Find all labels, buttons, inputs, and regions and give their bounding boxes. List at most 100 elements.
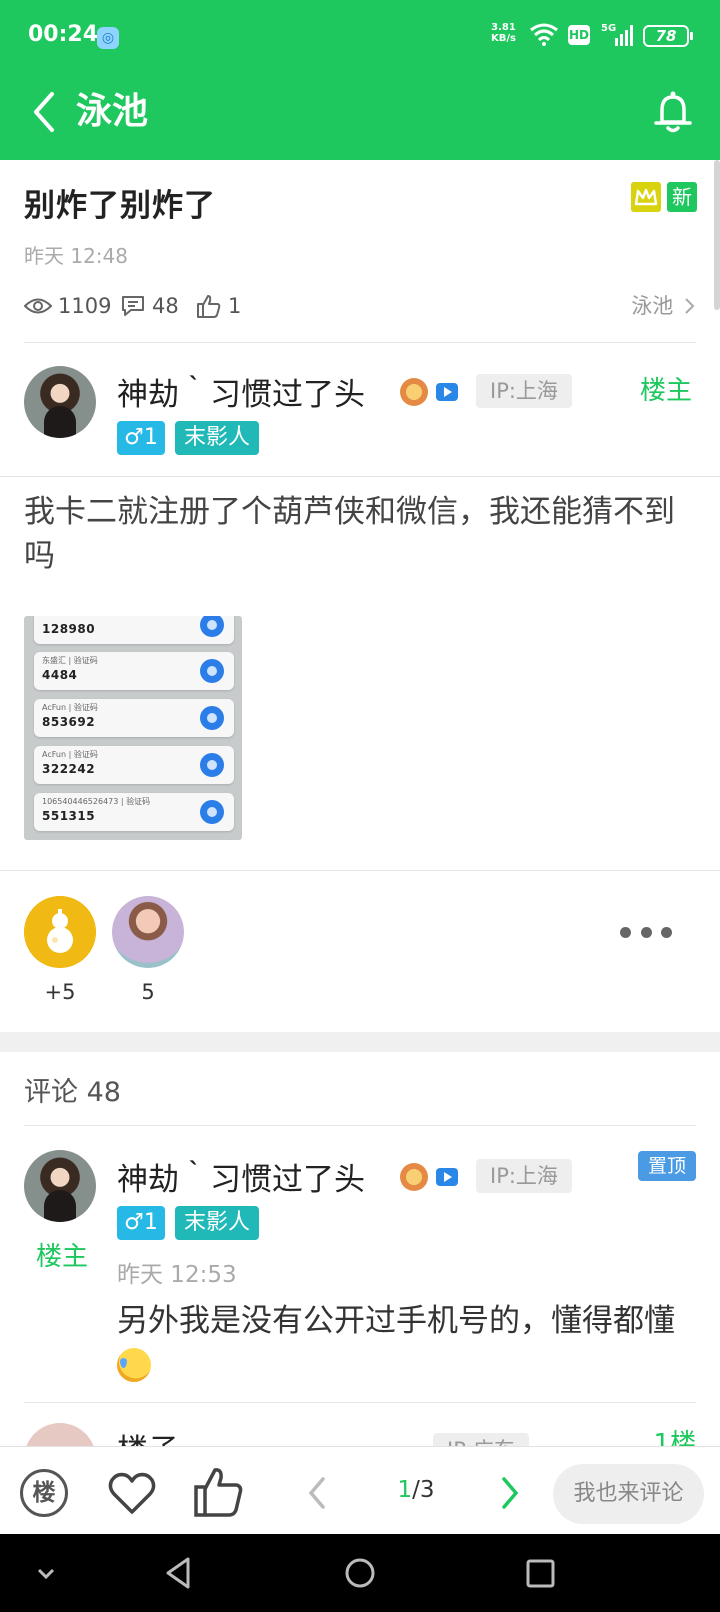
owner-label: 楼主 xyxy=(640,376,693,406)
thumbs-up-icon xyxy=(197,295,221,318)
medal-icon xyxy=(400,1163,428,1191)
network-speed-value: 3.81 xyxy=(491,22,516,33)
sms-code: 853692 xyxy=(42,715,96,729)
sms-card: 106540446526473 | 验证码 551315 xyxy=(34,793,234,831)
favorite-heart-icon[interactable] xyxy=(106,1467,158,1519)
comment-text-content: 另外我是没有公开过手机号的，懂得都懂 xyxy=(117,1303,675,1339)
app-icon xyxy=(200,800,224,824)
comment-item: 楼子 IP:广东 1楼 xyxy=(0,1403,720,1449)
like-thumbs-up-icon[interactable] xyxy=(193,1465,245,1519)
chevron-right-icon xyxy=(685,298,695,314)
home-circle-icon[interactable] xyxy=(340,1554,380,1592)
comments-header: 评论 48 xyxy=(24,1077,121,1108)
sms-card: AcFun | 验证码 322242 xyxy=(34,746,234,784)
gender-level-badge: ♂1 xyxy=(117,421,165,455)
page-indicator: 1/3 xyxy=(366,1477,466,1503)
app-icon xyxy=(200,706,224,730)
prev-page-button[interactable] xyxy=(303,1475,333,1511)
liker-count: 5 xyxy=(141,980,155,1004)
divider xyxy=(0,476,720,477)
back-triangle-icon[interactable] xyxy=(160,1554,200,1592)
sms-source: AcFun | 验证码 xyxy=(42,703,98,712)
sms-source: 东盛汇 | 验证码 xyxy=(42,656,98,665)
network-speed: 3.81 KB/s xyxy=(491,22,516,44)
app-icon xyxy=(200,753,224,777)
title-badge: 末影人 xyxy=(175,421,260,455)
gourd-reward-button[interactable] xyxy=(24,896,96,968)
post-image[interactable]: 128980 东盛汇 | 验证码 4484 AcFun | 验证码 853692… xyxy=(24,616,242,840)
svg-text:5G: 5G xyxy=(601,23,616,34)
sms-source: 106540446526473 | 验证码 xyxy=(42,797,151,806)
app-notification-icon: ◎ xyxy=(97,27,119,49)
post-time: 昨天 12:48 xyxy=(24,244,128,268)
current-page: 1 xyxy=(397,1477,413,1503)
author-name[interactable]: 神劫｀习惯过了头 xyxy=(117,369,365,414)
sms-card: 东盛汇 | 验证码 4484 xyxy=(34,652,234,690)
sms-code: 551315 xyxy=(42,809,96,823)
dot xyxy=(620,926,631,938)
eye-icon xyxy=(24,298,52,314)
commenter-ip: IP:上海 xyxy=(476,1159,572,1193)
post-title: 别炸了别炸了 xyxy=(24,188,216,224)
battery-icon: 78 xyxy=(643,25,693,47)
status-time: 00:24 xyxy=(28,22,99,47)
dot xyxy=(640,926,652,938)
chevron-down-icon[interactable] xyxy=(26,1554,66,1592)
likes-stat: 1 xyxy=(196,292,241,320)
comment-text: 另外我是没有公开过手机号的，懂得都懂 xyxy=(117,1298,697,1390)
liker-avatar[interactable] xyxy=(112,896,184,968)
dot xyxy=(661,926,672,938)
comment-icon xyxy=(122,296,144,316)
app-icon xyxy=(200,616,224,637)
video-icon xyxy=(436,383,458,401)
author-ip: IP:上海 xyxy=(476,374,572,408)
video-icon xyxy=(436,1168,458,1186)
post-body: 我卡二就注册了个葫芦侠和微信，我还能猜不到吗 xyxy=(24,494,675,574)
forum-link[interactable]: 泳池 xyxy=(631,292,696,320)
network-speed-unit: KB/s xyxy=(491,33,516,44)
comment-input[interactable]: 我也来评论 xyxy=(553,1464,704,1524)
sms-source: AcFun | 验证码 xyxy=(42,750,98,759)
jump-to-floor-button[interactable]: 楼 xyxy=(20,1469,68,1517)
views-stat: 1109 xyxy=(24,292,111,320)
page-title: 泳池 xyxy=(76,91,149,132)
bottom-action-bar: 楼 1/3 我也来评论 xyxy=(0,1446,720,1534)
sms-card: AcFun | 验证码 853692 xyxy=(34,699,234,737)
medal-icon xyxy=(400,378,428,406)
divider xyxy=(0,870,720,871)
forum-link-label: 泳池 xyxy=(631,294,674,318)
new-badge: 新 xyxy=(667,182,697,212)
wifi-icon xyxy=(530,23,558,46)
app-header: 00:24 ◎ 3.81 KB/s HD 5G 78 泳池 xyxy=(0,0,720,160)
comment-time: 昨天 12:53 xyxy=(117,1262,237,1288)
recent-apps-icon[interactable] xyxy=(520,1554,560,1592)
sweat-emoji-icon xyxy=(117,1348,151,1382)
commenter-avatar[interactable] xyxy=(24,1150,96,1222)
app-icon xyxy=(200,659,224,683)
comments-count: 48 xyxy=(152,294,179,318)
status-bar: 00:24 ◎ 3.81 KB/s HD 5G 78 xyxy=(0,0,720,76)
crown-icon xyxy=(631,182,661,212)
pinned-badge: 置顶 xyxy=(638,1151,696,1181)
comments-stat: 48 xyxy=(120,292,179,320)
bell-icon[interactable] xyxy=(650,88,696,136)
sms-code: 128980 xyxy=(42,622,96,636)
author-avatar[interactable] xyxy=(24,366,96,438)
commenter-role: 楼主 xyxy=(36,1242,89,1272)
sms-code: 322242 xyxy=(42,762,96,776)
gender-level-badge: ♂1 xyxy=(117,1206,165,1240)
sms-code: 4484 xyxy=(42,668,78,682)
gourd-count: +5 xyxy=(44,980,76,1004)
views-count: 1109 xyxy=(58,294,112,318)
total-pages: /3 xyxy=(412,1477,435,1503)
more-options-button[interactable] xyxy=(620,920,672,944)
scrollbar[interactable] xyxy=(714,160,720,310)
system-nav-bar xyxy=(0,1534,720,1612)
next-page-button[interactable] xyxy=(494,1475,524,1511)
likes-count: 1 xyxy=(228,294,242,318)
sms-card: 128980 xyxy=(34,616,234,644)
section-gap xyxy=(0,1032,720,1052)
back-button[interactable] xyxy=(28,88,60,136)
signal-icon: 5G xyxy=(601,23,633,46)
commenter-name[interactable]: 神劫｀习惯过了头 xyxy=(117,1154,365,1199)
